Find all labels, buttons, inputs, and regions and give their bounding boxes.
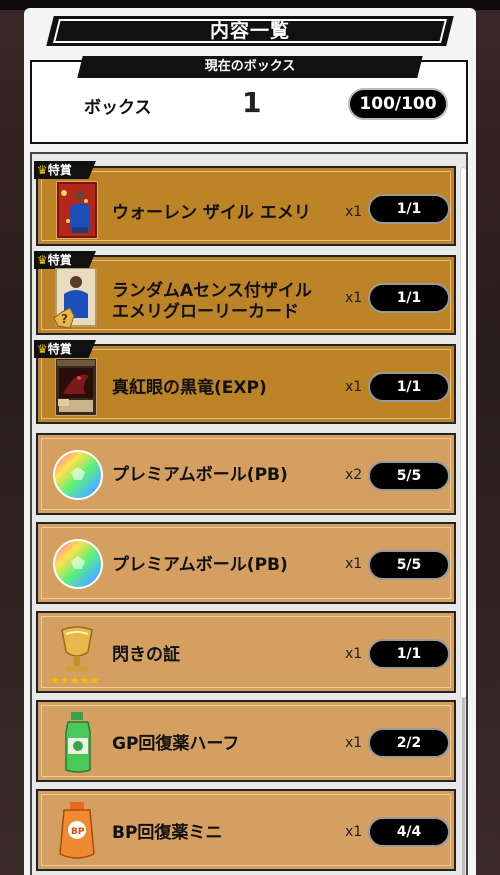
- item-name: 真紅眼の黒竜(EXP): [112, 378, 267, 398]
- item-name-line1: ランダムAセンス付ザイル: [112, 281, 312, 301]
- item-quantity: x1: [345, 204, 363, 220]
- item-name-line2: エメリグローリーカード: [112, 302, 299, 322]
- rainbow-ball-icon: [52, 449, 104, 501]
- rainbow-ball-icon: [52, 538, 104, 590]
- svg-text:★★★★★: ★★★★★: [50, 674, 99, 686]
- badge-label: 特賞: [47, 163, 72, 177]
- current-box-title: 現在のボックス: [204, 59, 296, 74]
- background-right: [474, 0, 500, 875]
- item-quantity: x2: [345, 467, 363, 483]
- item-quantity: x1: [345, 556, 363, 572]
- box-label: ボックス: [84, 98, 152, 118]
- item-name: GP回復薬ハーフ: [112, 734, 240, 754]
- item-progress-pill: 1/1: [368, 639, 450, 669]
- item-progress-pill: 1/1: [368, 283, 450, 313]
- item-progress-pill: 5/5: [368, 550, 450, 580]
- crown-icon: ♛: [37, 342, 48, 356]
- item-name: 閃きの証: [112, 645, 180, 665]
- item-progress-pill: 1/1: [368, 194, 450, 224]
- crown-icon: ♛: [37, 253, 48, 267]
- green-bottle-icon: [58, 712, 98, 774]
- scrollbar-thumb[interactable]: [461, 168, 466, 698]
- special-prize-badge: ♛特賞: [34, 251, 96, 269]
- special-prize-badge: ♛特賞: [34, 161, 96, 179]
- item-progress-pill: 2/2: [368, 728, 450, 758]
- item-quantity: x1: [345, 290, 363, 306]
- background-left: [0, 0, 26, 875]
- item-progress-pill: 4/4: [368, 817, 450, 847]
- item-name: ウォーレン ザイル エメリ: [112, 203, 311, 223]
- glory-card-icon: ?: [52, 267, 98, 332]
- orange-pouch-icon: BP: [54, 802, 100, 862]
- item-name: BP回復薬ミニ: [112, 823, 223, 843]
- badge-label: 特賞: [47, 253, 72, 267]
- player-card-icon: [55, 180, 99, 240]
- item-quantity: x1: [345, 735, 363, 751]
- item-quantity: x1: [345, 646, 363, 662]
- svg-text:?: ?: [61, 312, 68, 326]
- special-prize-badge: ♛特賞: [34, 340, 96, 358]
- item-progress-pill: 1/1: [368, 372, 450, 402]
- box-count-pill: 100/100: [348, 88, 448, 120]
- item-quantity: x1: [345, 379, 363, 395]
- item-quantity: x1: [345, 824, 363, 840]
- box-number: 1: [242, 86, 262, 119]
- page-title: 内容一覧: [209, 20, 290, 42]
- trophy-icon: ★★★★★: [48, 624, 106, 687]
- item-name: プレミアムボール(PB): [112, 555, 288, 575]
- crown-icon: ♛: [37, 163, 48, 177]
- dragon-card-icon: [54, 357, 98, 417]
- item-progress-pill: 5/5: [368, 461, 450, 491]
- svg-text:BP: BP: [71, 827, 85, 837]
- badge-label: 特賞: [47, 342, 72, 356]
- item-name: プレミアムボール(PB): [112, 465, 288, 485]
